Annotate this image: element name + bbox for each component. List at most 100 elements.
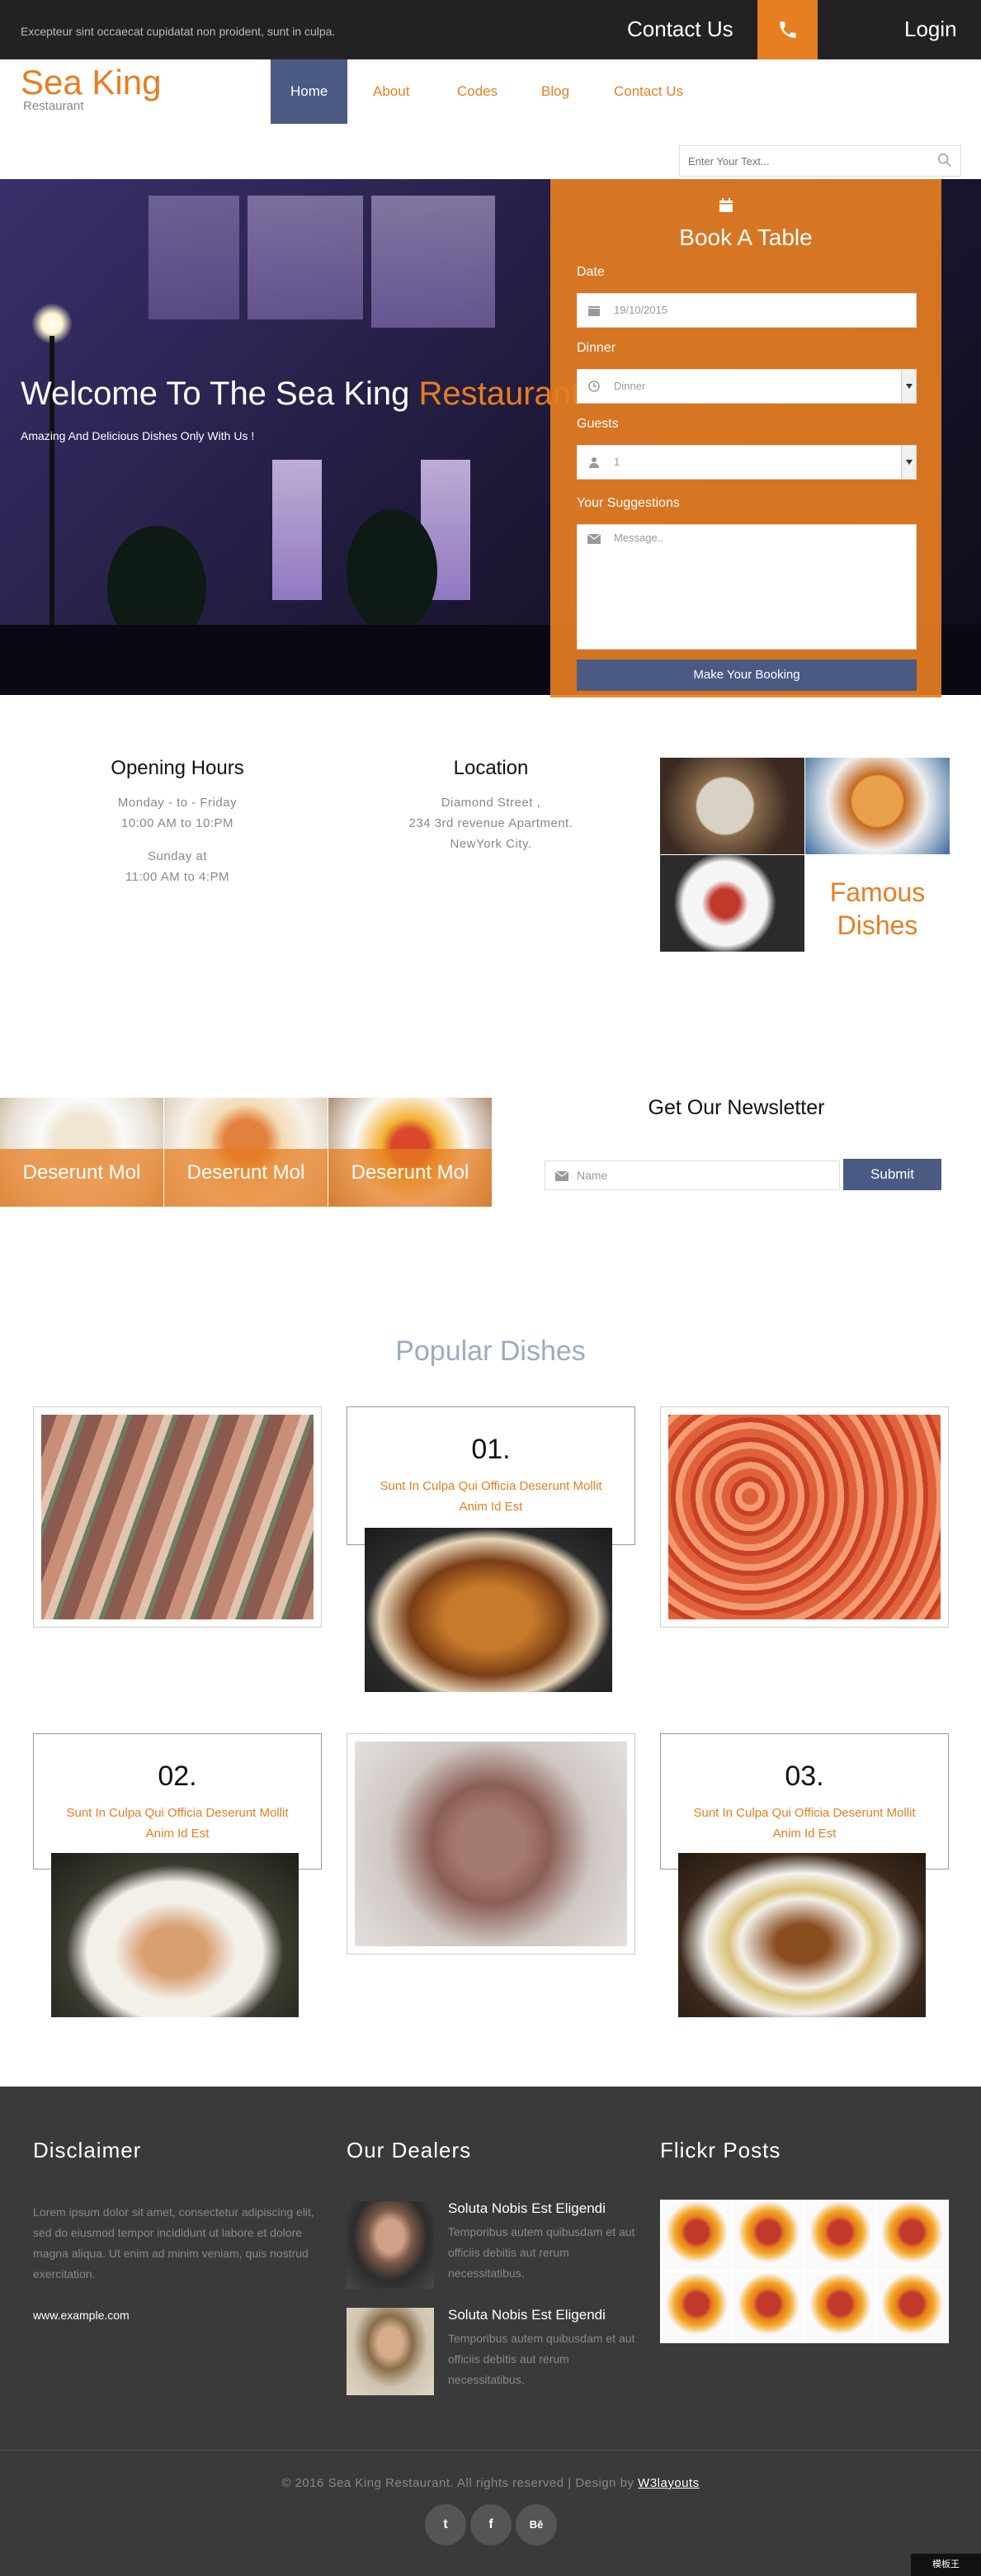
dish-image (660, 758, 804, 854)
meal-select[interactable]: Dinner (577, 369, 917, 404)
message-textarea[interactable]: Message.. (577, 524, 917, 650)
chevron-down-icon[interactable] (901, 446, 916, 479)
newsletter-submit-button[interactable]: Submit (843, 1159, 941, 1190)
newsletter-dish-card[interactable]: Deserunt Mol (0, 1098, 163, 1207)
popular-card-2: 02. Sunt In Culpa Qui Officia Deserunt M… (33, 1733, 322, 1869)
dealer-avatar (347, 2201, 434, 2289)
copyright: © 2016 Sea King Restaurant. All rights r… (0, 2476, 981, 2490)
nav-codes[interactable]: Codes (437, 59, 517, 124)
phone-button[interactable] (757, 0, 818, 59)
dealer-text: Temporibus autem quibusdam et aut offici… (448, 2332, 635, 2386)
login-link[interactable]: Login (904, 17, 957, 42)
dish-image (41, 1415, 314, 1619)
facebook-icon[interactable]: f (470, 2504, 512, 2545)
card-description: Sunt In Culpa Qui Officia Deserunt Molli… (66, 1806, 289, 1841)
copyright-text: © 2016 Sea King Restaurant. All rights r… (281, 2476, 639, 2490)
twitter-icon[interactable]: t (425, 2504, 466, 2545)
popular-card-1: 01. Sunt In Culpa Qui Officia Deserunt M… (347, 1406, 635, 1545)
hero-welcome-heading: Welcome To The Sea King Restaurant (21, 376, 580, 413)
popular-card-3: 03. Sunt In Culpa Qui Officia Deserunt M… (660, 1733, 949, 1869)
disclaimer-link[interactable]: www.example.com (33, 2309, 130, 2322)
newsletter-name-input[interactable]: Name (545, 1160, 840, 1190)
dish-image (805, 758, 950, 854)
flickr-thumb[interactable] (877, 2201, 947, 2270)
disclaimer-title: Disclaimer (33, 2138, 142, 2162)
top-bar: Excepteur sint occaecat cupidatat non pr… (0, 0, 981, 59)
envelope-icon (587, 533, 601, 544)
dealer-name: Soluta Nobis Est Eligendi (448, 2200, 606, 2216)
famous-word: Famous (829, 877, 926, 907)
dealer-avatar (347, 2308, 434, 2395)
site-logo[interactable]: Sea King (21, 63, 161, 102)
flickr-thumb[interactable] (877, 2273, 947, 2342)
location-line: Diamond Street , (441, 796, 541, 810)
booking-title: Book A Table (679, 225, 813, 250)
newsletter-dish-card[interactable]: Deserunt Mol (328, 1098, 492, 1207)
welcome-text: Welcome To The Sea King (21, 376, 419, 412)
guests-value: 1 (614, 456, 620, 468)
footer-divider (0, 2450, 981, 2451)
nav-home[interactable]: Home (271, 59, 348, 124)
dish-image (660, 855, 804, 952)
hero-window (371, 196, 495, 328)
behance-icon[interactable]: Bē (516, 2504, 557, 2545)
dish-image (355, 1742, 627, 1946)
flickr-thumb[interactable] (805, 2201, 875, 2270)
location-title: Location (453, 757, 529, 779)
card-description: Sunt In Culpa Qui Officia Deserunt Molli… (380, 1479, 602, 1514)
guests-select[interactable]: 1 (577, 445, 917, 480)
user-icon (589, 457, 599, 468)
famous-dishes-label: Famous Dishes (805, 855, 950, 952)
disclaimer-text: Lorem ipsum dolor sit amet, consectetur … (33, 2205, 314, 2281)
search-icon[interactable] (937, 153, 952, 168)
flickr-title: Flickr Posts (660, 2138, 781, 2162)
clock-icon (588, 380, 600, 392)
dish-photo-fish[interactable] (33, 1406, 322, 1628)
hours-line: 11:00 AM to 4:PM (125, 870, 230, 884)
opening-hours-title: Opening Hours (111, 757, 244, 779)
date-field[interactable]: 19/10/2015 (577, 293, 917, 328)
designer-link[interactable]: W3layouts (638, 2476, 700, 2490)
dish-photo-shrimp[interactable] (660, 1406, 949, 1628)
flickr-thumb[interactable] (662, 2273, 732, 2342)
flickr-thumb[interactable] (662, 2201, 732, 2270)
dish-caption: Deserunt Mol (351, 1161, 469, 1184)
hero-plant (347, 509, 437, 633)
hero-subtitle: Amazing And Delicious Dishes Only With U… (21, 429, 255, 442)
newsletter-dish-card[interactable]: Deserunt Mol (164, 1098, 328, 1207)
contact-us-link[interactable]: Contact Us (627, 17, 733, 42)
search-input[interactable] (680, 146, 919, 176)
card-description: Sunt In Culpa Qui Officia Deserunt Molli… (693, 1806, 916, 1841)
corner-badge: 模板王 (911, 2554, 981, 2576)
dish-image-stirfry[interactable] (365, 1528, 612, 1692)
topbar-tagline: Excepteur sint occaecat cupidatat non pr… (21, 25, 336, 38)
flickr-thumb[interactable] (805, 2273, 875, 2342)
card-number: 01. (471, 1434, 511, 1465)
suggestions-label: Your Suggestions (577, 496, 680, 510)
nav-contact-us[interactable]: Contact Us (594, 59, 703, 124)
calendar-icon (719, 198, 733, 212)
nav-blog[interactable]: Blog (521, 59, 589, 124)
nav-about[interactable]: About (353, 59, 429, 124)
booking-panel: Book A Table Date 19/10/2015 Dinner Dinn… (550, 179, 941, 697)
guests-label: Guests (577, 417, 619, 431)
dish-caption: Deserunt Mol (22, 1161, 141, 1184)
flickr-grid (660, 2200, 949, 2343)
famous-word: Dishes (837, 910, 918, 940)
location-line: 234 3rd revenue Apartment. (408, 816, 573, 830)
make-booking-button[interactable]: Make Your Booking (577, 659, 917, 691)
dish-image-clams[interactable] (51, 1853, 299, 2017)
flickr-thumb[interactable] (733, 2201, 804, 2270)
hours-line: Sunday at (147, 849, 208, 863)
dish-image (668, 1415, 941, 1619)
meal-value: Dinner (614, 380, 646, 392)
hero-window (149, 196, 239, 319)
dealer-name: Soluta Nobis Est Eligendi (448, 2307, 606, 2323)
dish-image-plate[interactable] (678, 1853, 926, 2017)
dealers-title: Our Dealers (347, 2138, 472, 2162)
dish-photo-octopus[interactable] (347, 1733, 635, 1954)
chevron-down-icon[interactable] (901, 370, 916, 403)
hero-window (248, 196, 363, 319)
hours-line: 10:00 AM to 10:PM (120, 816, 234, 830)
flickr-thumb[interactable] (733, 2273, 804, 2342)
